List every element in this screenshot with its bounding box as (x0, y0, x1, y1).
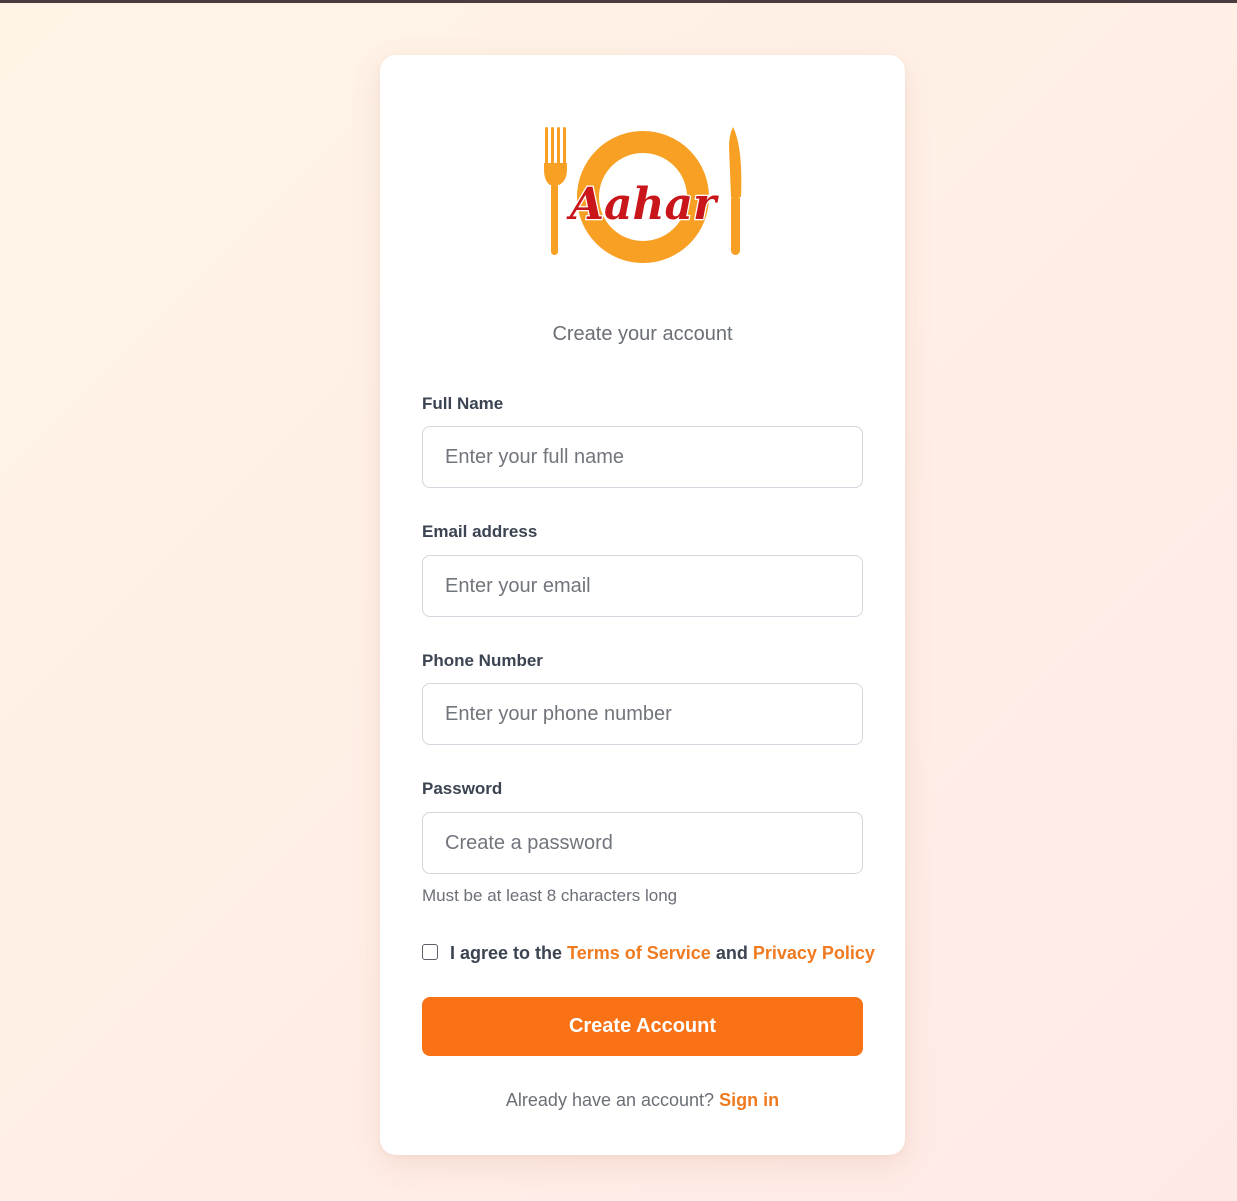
full-name-input[interactable] (422, 426, 863, 488)
password-label: Password (422, 779, 503, 798)
signup-card: Aahar Create your account Full Name Emai… (380, 55, 905, 1155)
aahar-logo: Aahar (544, 127, 742, 263)
terms-text: I agree to the Terms of Service and Priv… (450, 943, 875, 964)
signin-link[interactable]: Sign in (719, 1090, 779, 1110)
terms-prefix: I agree to the (450, 942, 563, 963)
phone-label: Phone Number (422, 651, 543, 670)
email-label: Email address (422, 522, 538, 541)
full-name-label: Full Name (422, 394, 504, 413)
terms-of-service-link[interactable]: Terms of Service (567, 943, 711, 963)
email-input[interactable] (422, 555, 863, 617)
terms-agreement: I agree to the Terms of Service and Priv… (422, 940, 882, 966)
terms-checkbox[interactable] (422, 944, 438, 960)
phone-input[interactable] (422, 683, 863, 745)
svg-text:Aahar: Aahar (566, 179, 719, 230)
top-border (0, 0, 1237, 3)
signin-prompt: Already have an account? Sign in (380, 1090, 905, 1111)
password-input[interactable] (422, 812, 863, 874)
password-hint: Must be at least 8 characters long (422, 886, 678, 905)
terms-conjunction: and (715, 942, 748, 963)
create-account-button[interactable]: Create Account (422, 997, 863, 1056)
page-subtitle: Create your account (552, 323, 733, 345)
signin-prompt-text: Already have an account? (505, 1090, 715, 1110)
privacy-policy-link[interactable]: Privacy Policy (753, 943, 875, 963)
